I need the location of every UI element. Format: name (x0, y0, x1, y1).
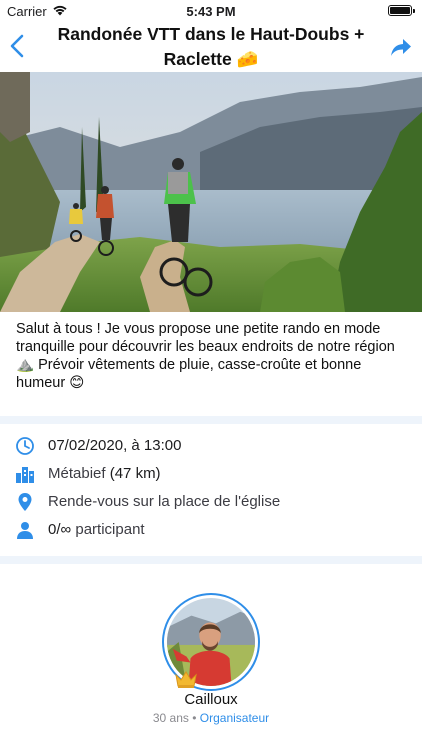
meeting-point-row: Rende-vous sur la place de l'église (0, 490, 422, 518)
back-chevron-icon[interactable] (8, 32, 28, 60)
organizer-name[interactable]: Cailloux (0, 691, 422, 708)
page-title-line-2: Raclette 🧀 (163, 49, 259, 69)
event-description: Salut à tous ! Je vous propose une petit… (16, 321, 395, 391)
organizer-meta: 30 ans • Organisateur (0, 711, 422, 725)
event-date-text: 07/02/2020, à 13:00 (48, 437, 181, 454)
navigation-bar: Randonée VTT dans le Haut-Doubs + Raclet… (0, 22, 422, 72)
event-date-value: 07/02/2020, à 13:00 (48, 437, 182, 454)
section-divider (0, 416, 422, 424)
event-location-row: Métabief (47 km) (0, 462, 422, 490)
clock-icon (16, 437, 34, 455)
participants-label: participant (75, 521, 145, 538)
participants-count: 0/∞ (48, 521, 72, 538)
person-icon (17, 522, 33, 539)
clock-label: 5:43 PM (186, 4, 236, 19)
participants-row: 0/∞ participant (0, 518, 422, 546)
event-town: Métabief (48, 465, 106, 482)
event-cover-photo (0, 72, 422, 312)
status-bar: Carrier 5:43 PM (0, 0, 422, 22)
event-distance: (47 km) (109, 465, 161, 482)
crown-icon (175, 671, 197, 688)
event-location-text: Métabief (47 km) (48, 465, 161, 482)
city-icon (16, 467, 34, 483)
page-title-line-1: Randonée VTT dans le Haut-Doubs + (57, 24, 365, 44)
section-divider (0, 556, 422, 564)
meta-separator: • (192, 711, 197, 725)
battery-icon (388, 5, 415, 16)
map-pin-icon (18, 493, 32, 511)
mountain-bike-trail-image (0, 72, 422, 312)
share-arrow-icon[interactable] (390, 37, 412, 57)
meeting-point-text: Rende-vous sur la place de l'église (48, 493, 281, 510)
page-title: Randonée VTT dans le Haut-Doubs + Raclet… (48, 22, 374, 72)
participants-text: 0/∞ participant (48, 521, 145, 538)
organizer-role: Organisateur (199, 711, 270, 725)
organizer-age: 30 ans (152, 711, 189, 725)
event-date-row: 07/02/2020, à 13:00 (0, 434, 422, 462)
